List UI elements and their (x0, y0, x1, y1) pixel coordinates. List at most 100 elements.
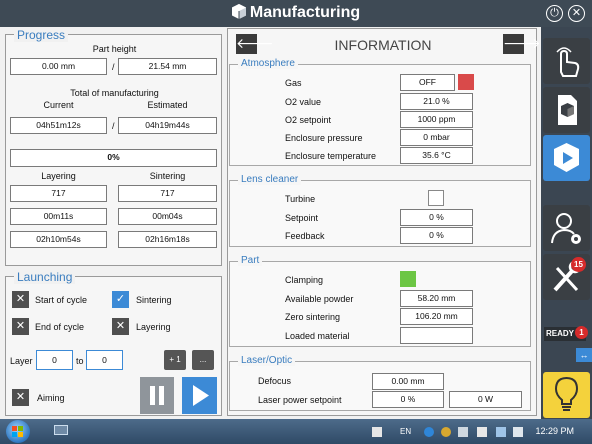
laser-power-watts: 0 W (449, 391, 522, 408)
progress-legend: Progress (14, 28, 69, 42)
tray-action-center-icon[interactable] (477, 427, 487, 437)
next-arrow-button[interactable]: 🡒 (503, 34, 541, 54)
o2-value-label: O2 value (285, 97, 322, 107)
build-file-button[interactable] (543, 87, 590, 133)
layering-count: 717 (10, 185, 107, 202)
pause-button[interactable] (140, 377, 174, 414)
o2-setpoint-label: O2 setpoint (285, 115, 332, 125)
play-icon (193, 385, 209, 406)
sintering-checkbox[interactable]: ✓ (112, 291, 129, 308)
information-title: INFORMATION (334, 37, 432, 53)
sintering-count: 717 (118, 185, 217, 202)
start-of-cycle-checkbox[interactable]: ✕ (12, 291, 29, 308)
separator: / (112, 62, 115, 72)
sintering-option-label: Sintering (136, 295, 172, 305)
zero-sintering: 106.20 mm (400, 308, 473, 325)
document-cube-icon (558, 95, 577, 125)
part-height-total: 21.54 mm (118, 58, 217, 75)
part-section: Part (229, 255, 531, 347)
ready-badge: 1 (575, 326, 588, 339)
aiming-label: Aiming (37, 393, 65, 403)
loaded-material-label: Loaded material (285, 331, 350, 341)
launching-panel: Launching ✕ Start of cycle ✓ Sintering ✕… (5, 270, 222, 416)
end-of-cycle-checkbox[interactable]: ✕ (12, 318, 29, 335)
lens-cleaner-section: Lens cleaner (229, 174, 531, 247)
pause-icon (150, 386, 164, 405)
turbine-label: Turbine (285, 194, 316, 204)
start-button[interactable] (6, 420, 30, 443)
to-label: to (76, 356, 84, 366)
touch-mode-button[interactable] (543, 38, 590, 84)
right-sidebar: 15 READY 1 ↔ (541, 27, 592, 419)
tray-volume-icon[interactable] (513, 427, 523, 437)
layer-from-input[interactable]: 0 (36, 350, 73, 370)
gas-value: OFF (400, 74, 455, 91)
sintering-label: Sintering (149, 171, 186, 181)
tray-flag-icon[interactable] (372, 427, 382, 437)
layer-browse-button[interactable]: ... (192, 350, 214, 370)
turbine-indicator (428, 190, 444, 206)
progress-percent-bar: 0% (10, 149, 217, 167)
power-button[interactable]: ⏻ (546, 5, 563, 22)
gas-status-indicator (458, 74, 474, 90)
defocus-value: 0.00 mm (372, 373, 444, 390)
tray-help-icon[interactable] (424, 427, 434, 437)
cube-logo-icon (231, 4, 246, 19)
enclosure-temperature: 35.6 °C (400, 147, 473, 164)
layer-to-input[interactable]: 0 (86, 350, 123, 370)
atmosphere-legend: Atmosphere (238, 58, 298, 69)
defocus-label: Defocus (258, 376, 292, 386)
main-area: Progress Part height 0.00 mm / 21.54 mm … (0, 27, 541, 419)
layering-option-label: Layering (136, 322, 171, 332)
o2-setpoint: 1000 ppm (400, 111, 473, 128)
close-button[interactable]: ✕ (568, 5, 585, 22)
clamping-indicator (400, 271, 416, 287)
title-bar: Manufacturing ⏻ ✕ (0, 0, 592, 27)
manufacturing-button[interactable] (543, 135, 590, 181)
prev-arrow-button[interactable]: 🡐 (236, 34, 274, 54)
sintering-total-time: 02h16m18s (118, 231, 217, 248)
language-indicator[interactable]: EN (400, 427, 411, 436)
keyboard-taskbar-icon[interactable] (54, 425, 68, 435)
plus-one-button[interactable]: + 1 (164, 350, 186, 370)
tray-keyboard-icon[interactable] (458, 427, 468, 437)
o2-value: 21.0 % (400, 93, 473, 110)
layering-checkbox[interactable]: ✕ (112, 318, 129, 335)
lightbulb-icon (554, 376, 579, 411)
sintering-time: 00m04s (118, 208, 217, 225)
layering-total-time: 02h10m54s (10, 231, 107, 248)
feedback-label: Feedback (285, 231, 325, 241)
laser-optic-legend: Laser/Optic (238, 355, 296, 366)
lens-feedback: 0 % (400, 227, 473, 244)
zero-sintering-label: Zero sintering (285, 312, 341, 322)
play-button[interactable] (182, 377, 217, 414)
tray-shield-icon[interactable] (441, 427, 451, 437)
total-current-value: 04h51m12s (10, 117, 107, 134)
end-of-cycle-label: End of cycle (35, 322, 85, 332)
total-estimated-value: 04h19m44s (118, 117, 217, 134)
current-label: Current (43, 100, 74, 110)
part-height-current: 0.00 mm (10, 58, 107, 75)
laser-power-percent: 0 % (372, 391, 444, 408)
lens-setpoint: 0 % (400, 209, 473, 226)
aiming-checkbox[interactable]: ✕ (12, 389, 29, 406)
tray-network-icon[interactable] (496, 427, 506, 437)
cube-play-icon (554, 143, 579, 172)
windows-logo-icon (12, 426, 23, 437)
launching-legend: Launching (14, 270, 76, 284)
setpoint-label: Setpoint (285, 213, 319, 223)
taskbar: EN 12:29 PM (0, 419, 592, 444)
enclosure-pressure-label: Enclosure pressure (285, 133, 363, 143)
expand-panel-button[interactable]: ↔ (576, 348, 592, 362)
user-settings-button[interactable] (543, 205, 590, 251)
part-height-label: Part height (92, 44, 137, 54)
available-powder-label: Available powder (285, 294, 354, 304)
start-of-cycle-label: Start of cycle (35, 295, 88, 305)
user-gear-icon (551, 213, 581, 244)
clamping-label: Clamping (285, 275, 324, 285)
loaded-material (400, 327, 473, 344)
taskbar-clock[interactable]: 12:29 PM (535, 426, 574, 436)
tips-button[interactable] (543, 372, 590, 418)
available-powder: 58.20 mm (400, 290, 473, 307)
gas-label: Gas (285, 78, 302, 88)
